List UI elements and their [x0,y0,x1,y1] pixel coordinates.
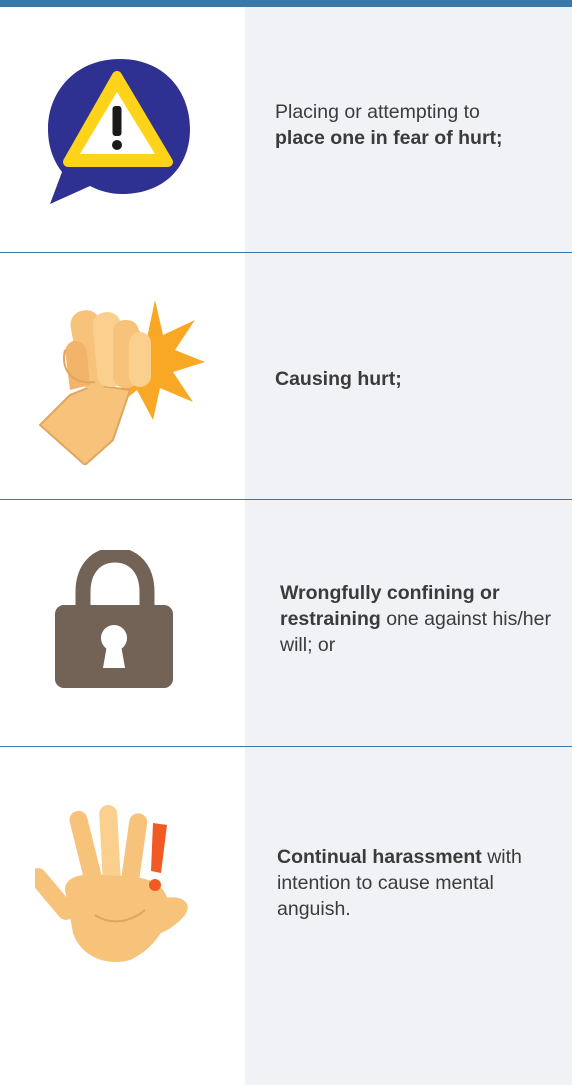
item-text: Continual harassment with intention to c… [277,844,557,922]
icon-cell [0,253,245,499]
item-text-bold: Continual harassment [277,846,482,868]
padlock-icon [55,550,173,688]
icon-cell [0,500,245,746]
list-item-harassment: Continual harassment with intention to c… [0,747,572,1085]
icon-cell [0,7,245,252]
list-item-confining: Wrongfully confining or restraining one … [0,500,572,746]
raised-hand-exclamation-icon [35,805,188,962]
fist-punch-icon [38,300,205,465]
item-text: Causing hurt; [275,366,555,392]
top-accent-bar [0,0,572,7]
item-text: Placing or attempting to place one in fe… [275,99,555,151]
item-text-normal: Placing or attempting to [275,101,480,123]
item-text: Wrongfully confining or restraining one … [280,580,560,658]
item-text-bold: place one in fear of hurt; [275,127,503,149]
item-text-bold: Causing hurt; [275,368,402,390]
list-item-fear: Placing or attempting to place one in fe… [0,7,572,252]
warning-speech-bubble-icon [48,59,190,204]
list-item-hurt: Causing hurt; [0,253,572,499]
icon-cell [0,747,245,1085]
